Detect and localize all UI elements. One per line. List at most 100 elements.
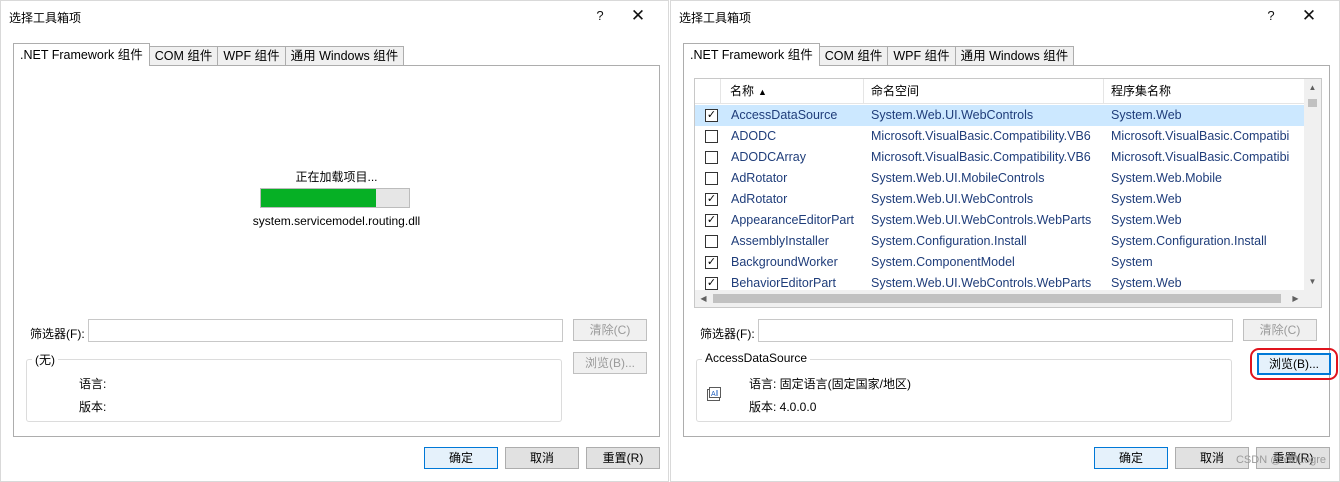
cell-namespace: System.Web.UI.WebControls	[871, 108, 1034, 122]
cell-assembly: System.Web	[1111, 213, 1182, 227]
filter-label: 筛选器(F):	[700, 327, 755, 341]
dialog-loading: 选择工具箱项 ? ✕ .NET Framework 组件 COM 组件 WPF …	[0, 0, 669, 482]
cell-name: ADODCArray	[731, 150, 807, 164]
filter-input[interactable]	[88, 319, 563, 342]
cell-assembly: System.Web	[1111, 108, 1182, 122]
table-row[interactable]: ✓ AppearanceEditorPart System.Web.UI.WebCo…	[695, 210, 1304, 231]
reset-button[interactable]: 重置(R)	[586, 447, 660, 469]
cell-namespace: System.Configuration.Install	[871, 234, 1027, 248]
cell-assembly: Microsoft.VisualBasic.Compatibi	[1111, 129, 1290, 143]
column-header-name[interactable]: 名称 ▲	[722, 79, 864, 104]
filter-label: 筛选器(F):	[30, 327, 85, 341]
ok-button[interactable]: 确定	[424, 447, 498, 469]
list-header: 名称 ▲ 命名空间 程序集名称	[695, 79, 1304, 104]
table-row[interactable]: ✓ AccessDataSource System.Web.UI.WebContro…	[695, 105, 1304, 126]
row-checkbox[interactable]: ✓	[705, 256, 718, 269]
row-checkbox[interactable]	[705, 151, 718, 164]
component-info-group	[26, 359, 562, 422]
tab-universal-windows[interactable]: 通用 Windows 组件	[954, 46, 1075, 66]
column-header-assembly[interactable]: 程序集名称	[1103, 79, 1313, 104]
help-button[interactable]: ?	[588, 5, 612, 27]
table-row[interactable]: AdRotator System.Web.UI.MobileControls Sys…	[695, 168, 1304, 189]
column-header-label: 名称	[730, 84, 755, 98]
tab-panel: 名称 ▲ 命名空间 程序集名称 ✓ AccessDataSource System.W…	[683, 65, 1338, 437]
clear-button[interactable]: 清除(C)	[1243, 319, 1317, 341]
cancel-button[interactable]: 取消	[505, 447, 579, 469]
sort-ascending-icon: ▲	[758, 87, 767, 97]
row-checkbox[interactable]: ✓	[705, 109, 718, 122]
cell-name: AdRotator	[731, 192, 788, 206]
close-button[interactable]: ✕	[1297, 5, 1321, 27]
filter-input[interactable]	[758, 319, 1233, 342]
table-row[interactable]: AssemblyInstaller System.Configuration.In…	[695, 231, 1304, 252]
row-checkbox[interactable]: ✓	[705, 193, 718, 206]
cell-name: AssemblyInstaller	[731, 234, 829, 248]
window-title: 选择工具箱项	[9, 11, 82, 25]
table-row[interactable]: ADODCArray Microsoft.VisualBasic.Compatib…	[695, 147, 1304, 168]
cell-assembly: Microsoft.VisualBasic.Compatibi	[1111, 150, 1290, 164]
row-checkbox[interactable]	[705, 235, 718, 248]
scroll-thumb[interactable]	[1308, 99, 1317, 107]
cell-namespace: System.Web.UI.WebControls.WebParts	[871, 213, 1092, 227]
tab-net-framework[interactable]: .NET Framework 组件	[13, 43, 150, 66]
tab-universal-windows[interactable]: 通用 Windows 组件	[284, 46, 405, 66]
cell-name: AccessDataSource	[731, 108, 838, 122]
progress-fill	[261, 189, 377, 207]
scroll-down-icon[interactable]: ▼	[1304, 273, 1321, 290]
horizontal-scrollbar[interactable]: ◀ ▶	[695, 290, 1304, 307]
version-line: 版本: 4.0.0.0	[749, 400, 817, 414]
language-line: 语言: 固定语言(固定国家/地区)	[749, 377, 911, 391]
tab-wpf[interactable]: WPF 组件	[217, 46, 286, 66]
table-row[interactable]: ✓ AdRotator System.Web.UI.WebControls Syste…	[695, 189, 1304, 210]
cell-name: BackgroundWorker	[731, 255, 838, 269]
group-title: (无)	[32, 351, 58, 368]
cell-assembly: System.Web.Mobile	[1111, 171, 1222, 185]
row-checkbox[interactable]	[705, 130, 718, 143]
column-header-namespace[interactable]: 命名空间	[863, 79, 1104, 104]
loading-progress-bar	[260, 188, 410, 208]
cell-assembly: System.Web	[1111, 192, 1182, 206]
svg-text:A: A	[711, 391, 716, 398]
scroll-left-icon[interactable]: ◀	[695, 290, 712, 307]
tab-net-framework[interactable]: .NET Framework 组件	[683, 43, 820, 66]
row-checkbox[interactable]: ✓	[705, 214, 718, 227]
loading-file-name: system.servicemodel.routing.dll	[252, 214, 421, 228]
component-list[interactable]: 名称 ▲ 命名空间 程序集名称 ✓ AccessDataSource System.W…	[694, 78, 1322, 308]
tab-panel: 正在加载项目... system.servicemodel.routing.dl…	[13, 65, 660, 437]
tab-strip: .NET Framework 组件 COM 组件 WPF 组件 通用 Windo…	[683, 43, 1075, 66]
cell-name: AppearanceEditorPart	[731, 213, 854, 227]
cell-assembly: System.Configuration.Install	[1111, 234, 1267, 248]
title-bar: 选择工具箱项 ? ✕	[671, 1, 1339, 31]
window-title: 选择工具箱项	[679, 11, 752, 25]
dialog-component-list: 选择工具箱项 ? ✕ .NET Framework 组件 COM 组件 WPF …	[670, 0, 1340, 482]
cell-name: ADODC	[731, 129, 777, 143]
checkbox-column-header[interactable]	[695, 79, 721, 104]
tab-com[interactable]: COM 组件	[818, 46, 889, 66]
scroll-corner	[1304, 290, 1321, 307]
cell-namespace: System.ComponentModel	[871, 255, 1015, 269]
browse-button[interactable]: 浏览(B)...	[573, 352, 647, 374]
help-button[interactable]: ?	[1259, 5, 1283, 27]
tab-com[interactable]: COM 组件	[148, 46, 219, 66]
row-checkbox[interactable]	[705, 172, 718, 185]
browse-button[interactable]: 浏览(B)...	[1257, 353, 1331, 375]
component-icon: A	[707, 387, 721, 401]
vertical-scrollbar[interactable]: ▲ ▼	[1304, 79, 1321, 290]
table-row[interactable]: ADODC Microsoft.VisualBasic.Compatibility…	[695, 126, 1304, 147]
table-row[interactable]: ✓ BackgroundWorker System.ComponentModel Sy…	[695, 252, 1304, 273]
scroll-right-icon[interactable]: ▶	[1287, 290, 1304, 307]
row-checkbox[interactable]: ✓	[705, 277, 718, 290]
cell-namespace: Microsoft.VisualBasic.Compatibility.VB6	[871, 150, 1091, 164]
scroll-thumb[interactable]	[713, 294, 1281, 303]
language-label: 语言:	[79, 377, 107, 391]
scroll-up-icon[interactable]: ▲	[1304, 79, 1321, 96]
watermark: CSDN @YMLogre	[1235, 454, 1326, 466]
close-button[interactable]: ✕	[626, 5, 650, 27]
cell-namespace: Microsoft.VisualBasic.Compatibility.VB6	[871, 129, 1091, 143]
tab-wpf[interactable]: WPF 组件	[887, 46, 956, 66]
group-title: AccessDataSource	[702, 351, 811, 365]
tab-strip: .NET Framework 组件 COM 组件 WPF 组件 通用 Windo…	[13, 43, 405, 66]
cell-assembly: System	[1111, 255, 1153, 269]
clear-button[interactable]: 清除(C)	[573, 319, 647, 341]
ok-button[interactable]: 确定	[1094, 447, 1168, 469]
